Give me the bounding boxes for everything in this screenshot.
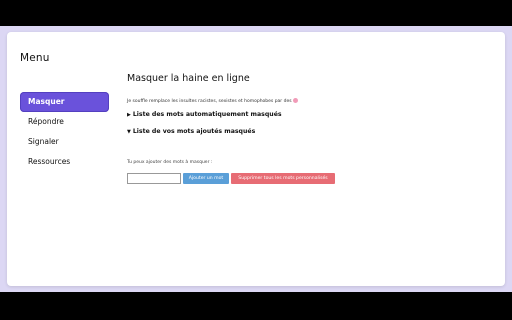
flower-emoji-icon [292,98,298,103]
popup-card: Menu Masquer Répondre Signaler Ressource… [7,32,505,286]
top-bar [0,0,512,26]
delete-all-words-button[interactable]: Supprimer tous les mots personnalisés [231,173,335,184]
sidebar-item-ressources[interactable]: Ressources [20,152,109,172]
sidebar-item-repondre[interactable]: Répondre [20,112,109,132]
word-input[interactable] [127,173,181,184]
description: Je souffle remplace les insultes raciste… [127,98,298,104]
sidebar-item-masquer[interactable]: Masquer [20,92,109,112]
added-masked-words-toggle[interactable]: ▼ Liste de vos mots ajoutés masqués [127,128,255,135]
added-masked-words-label: Liste de vos mots ajoutés masqués [132,128,256,135]
description-text: Je souffle remplace les insultes raciste… [127,99,292,104]
bottom-bar [0,292,512,320]
triangle-down-icon: ▼ [127,129,131,135]
add-word-hint: Tu peux ajouter des mots à masquer : [127,160,213,165]
add-word-button[interactable]: Ajouter un mot [183,173,229,184]
page-title: Masquer la haine en ligne [127,73,250,84]
auto-masked-words-label: Liste des mots automatiquement masqués [132,111,282,118]
menu-title: Menu [20,52,50,64]
triangle-right-icon: ▶ [127,112,131,118]
sidebar-item-signaler[interactable]: Signaler [20,132,109,152]
auto-masked-words-toggle[interactable]: ▶ Liste des mots automatiquement masqués [127,111,282,118]
